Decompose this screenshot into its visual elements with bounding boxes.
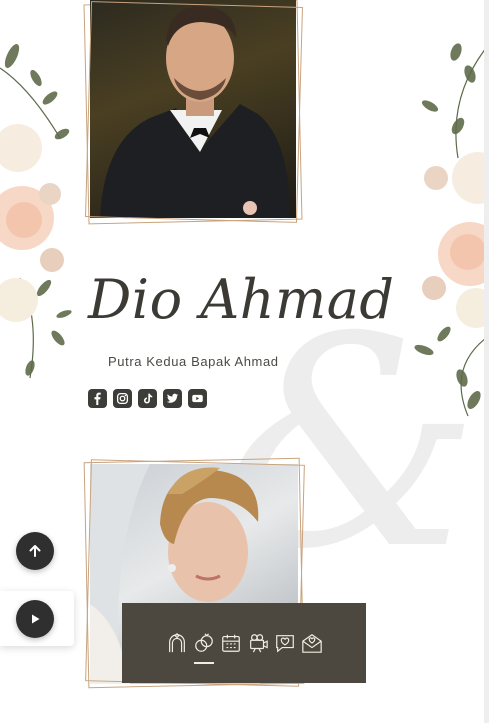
twitter-icon[interactable]	[163, 389, 182, 408]
left-flower-decoration	[0, 44, 72, 379]
nav-gallery[interactable]	[246, 628, 269, 658]
instagram-icon[interactable]	[113, 389, 132, 408]
youtube-icon[interactable]	[188, 389, 207, 408]
scroll-to-top-button[interactable]	[16, 532, 54, 570]
envelope-heart-icon	[301, 634, 322, 653]
invitation-page: & Dio Ahmad Putra Kedua Bapak Ahmad	[0, 0, 484, 723]
camera-icon	[249, 634, 268, 653]
nav-wishes[interactable]	[273, 628, 296, 658]
chat-heart-icon	[275, 635, 294, 653]
groom-name: Dio Ahmad	[88, 268, 395, 331]
groom-parents: Putra Kedua Bapak Ahmad	[108, 354, 279, 369]
tiktok-icon[interactable]	[138, 389, 157, 408]
wedding-arch-icon	[168, 632, 185, 653]
scrollbar-track[interactable]	[484, 0, 489, 723]
play-icon	[32, 614, 40, 624]
photo-border	[85, 1, 303, 223]
facebook-icon[interactable]	[88, 389, 107, 408]
music-play-button[interactable]	[16, 600, 54, 638]
arrow-up-icon	[29, 545, 41, 557]
couple-rings-icon	[194, 633, 213, 652]
right-flower-decoration	[414, 43, 484, 417]
bottom-navigation	[122, 603, 366, 683]
groom-photo-frame	[83, 0, 304, 226]
nav-event[interactable]	[219, 628, 242, 658]
social-links	[88, 389, 207, 408]
nav-gift[interactable]	[300, 628, 323, 658]
nav-couple[interactable]	[165, 628, 188, 658]
calendar-icon	[221, 634, 240, 652]
nav-groom-bride[interactable]	[192, 628, 215, 664]
